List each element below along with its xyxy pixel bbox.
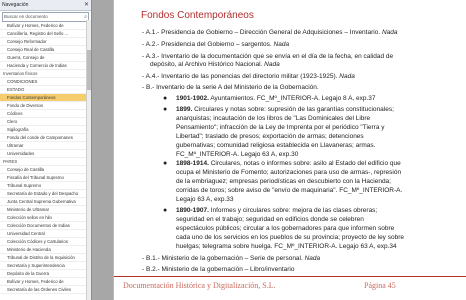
sub-item: 1899. Circulares y notas sobre: supresió… <box>176 106 394 113</box>
nav-item[interactable]: Fondo del conde de Campomanes <box>0 134 88 142</box>
navigation-pane-header: Navegación ✕ <box>0 0 91 11</box>
nav-item[interactable]: Ministerio de Hacienda <box>0 246 88 254</box>
nav-item-selected[interactable]: Fondos Contemporáneos <box>0 94 88 102</box>
nav-item[interactable]: Tribunal de Distrito de la Inquisición <box>0 254 88 262</box>
sub-item-line: cada uno de los servicios en los pueblos… <box>176 234 404 241</box>
footer-rule <box>114 276 466 277</box>
nav-item[interactable]: PARES <box>0 158 88 166</box>
nav-item[interactable]: Colección sellos en hilo <box>0 214 88 222</box>
sub-item: 1898-1914. Circulares, notas o informes … <box>176 160 401 167</box>
sub-item-line: ocupa el Ministerio de Fomento; autoriza… <box>176 169 402 176</box>
nav-item[interactable]: Inventarios físicos <box>0 70 88 78</box>
sub-item-line: huelgas; telegrama sobre huelga. FC_Mº_I… <box>176 243 397 250</box>
search-input[interactable]: Buscar en documento ⌕ <box>2 12 89 22</box>
list-item-continuation: depósito, al Archivo Histórico Nacional.… <box>150 61 280 68</box>
list-item: - A.2.- Presidencia del Gobierno – sarge… <box>142 41 290 48</box>
sub-item-line: de la embriaguez; empresas periodísticas… <box>176 178 391 185</box>
navigation-pane: Navegación ✕ Buscar en documento ⌕ Bolív… <box>0 0 92 300</box>
nav-item[interactable]: Guerra, Consejo de <box>0 54 88 62</box>
nav-scrollbar-thumb[interactable] <box>87 50 91 90</box>
list-item: - A.3.- Inventario de la documentación q… <box>142 53 394 60</box>
sub-item-line: Legajo 63 A, exp.33 <box>176 196 234 203</box>
bullet: ● <box>163 207 168 214</box>
nav-item[interactable]: Hacienda y Comercio de Indias <box>0 62 88 70</box>
footer-page-number: Página 45 <box>364 281 396 290</box>
nav-item[interactable]: Consejo de Castilla <box>0 166 88 174</box>
list-item: - A.1.- Presidencia de Gobierno – Direcc… <box>142 29 398 36</box>
section-heading: Fondos Contemporáneos <box>141 10 254 21</box>
nav-item[interactable]: ESTADO <box>0 86 88 94</box>
nav-item[interactable]: Fiscalía del Tribunal Supremo <box>0 174 88 182</box>
sub-item-line: Pensamiento"; infracción de la Ley de Im… <box>176 124 385 131</box>
list-item: - B.1.- Ministerio de la gobernación – S… <box>142 255 321 262</box>
sub-item-line: FC_Mº_INTERIOR-A. Legajo 63 A, exp.30 <box>176 151 299 158</box>
nav-item[interactable]: Sigilografía <box>0 126 88 134</box>
list-item: - B.- Inventario de la serie A del Minis… <box>142 84 319 91</box>
sub-item-line: anarquistas; incautación de los libros d… <box>176 115 371 122</box>
nav-item[interactable]: Consejo Real de Castilla <box>0 46 88 54</box>
nav-item[interactable]: Fondo de Diversos <box>0 102 88 110</box>
navigation-pane-title: Navegación <box>2 2 29 8</box>
nav-item[interactable]: CONDICIONES <box>0 78 88 86</box>
nav-item[interactable]: Secretaría de las Órdenes Civiles <box>0 286 88 294</box>
nav-item[interactable]: Colección Documentos de Indias <box>0 222 88 230</box>
nav-item[interactable]: Depósito de la Guerra <box>0 270 88 278</box>
nav-item[interactable]: Ministerio de Ultramar <box>0 206 88 214</box>
list-item: - B.2.- Ministerio de la gobernación – L… <box>142 266 295 273</box>
search-placeholder: Buscar en documento <box>4 14 48 19</box>
sub-item-line: seguridad en el trabajo; seguridad en ed… <box>176 216 364 223</box>
sub-item-line: Libertad"; traslado de presos; exportaci… <box>176 133 364 140</box>
nav-item[interactable]: Códices <box>0 110 88 118</box>
footer-company: Documentación Histórica y Digitalización… <box>123 281 276 290</box>
nav-item[interactable]: Colección Códices y Cartularios <box>0 238 88 246</box>
document-page[interactable]: Fondos Contemporáneos - A.1.- Presidenci… <box>113 0 466 300</box>
nav-scrollbar[interactable] <box>86 20 91 300</box>
nav-item[interactable]: Bolívar y Homes, Federico de <box>0 22 88 30</box>
nav-item[interactable]: Bolívar y Homes, Federico de <box>0 278 88 286</box>
sub-item-line: gubernativas; comunidad religiosa establ… <box>176 142 376 149</box>
bullet: ● <box>163 160 168 167</box>
bullet: ● <box>163 106 168 113</box>
sub-item: 1901-1902. Ayuntamientos. FC_Mº_INTERIOR… <box>176 95 376 102</box>
sub-item-line: espectáculos públicos; circular a los go… <box>176 225 395 232</box>
nav-item[interactable]: Universidades <box>0 150 88 158</box>
list-item: - A.4.- Inventario de las ponencias del … <box>142 73 355 80</box>
nav-item[interactable]: Secretaría y Superintendencia <box>0 262 88 270</box>
nav-item[interactable]: Secretaría de Estado y del Despacho <box>0 190 88 198</box>
sub-item: 1890-1907. Informes y circulares sobre: … <box>176 207 378 214</box>
bullet: ● <box>163 95 168 102</box>
navigation-tree: Bolívar y Homes, Federico de Cancillería… <box>0 22 88 300</box>
close-icon[interactable]: ✕ <box>84 0 89 10</box>
nav-item[interactable]: Consejo Reformador <box>0 38 88 46</box>
nav-item[interactable]: Junta Central Suprema Gubernativa <box>0 198 88 206</box>
nav-item[interactable]: Cancillería, Registro del Sello ... <box>0 30 88 38</box>
nav-item[interactable]: Clero <box>0 118 88 126</box>
nav-item[interactable]: Universidad Central <box>0 230 88 238</box>
sub-item-line: corridas de toros; sobre aviso de "envío… <box>176 187 403 194</box>
nav-item[interactable]: Tribunal Supremo <box>0 182 88 190</box>
nav-item[interactable]: Ultramar <box>0 142 88 150</box>
